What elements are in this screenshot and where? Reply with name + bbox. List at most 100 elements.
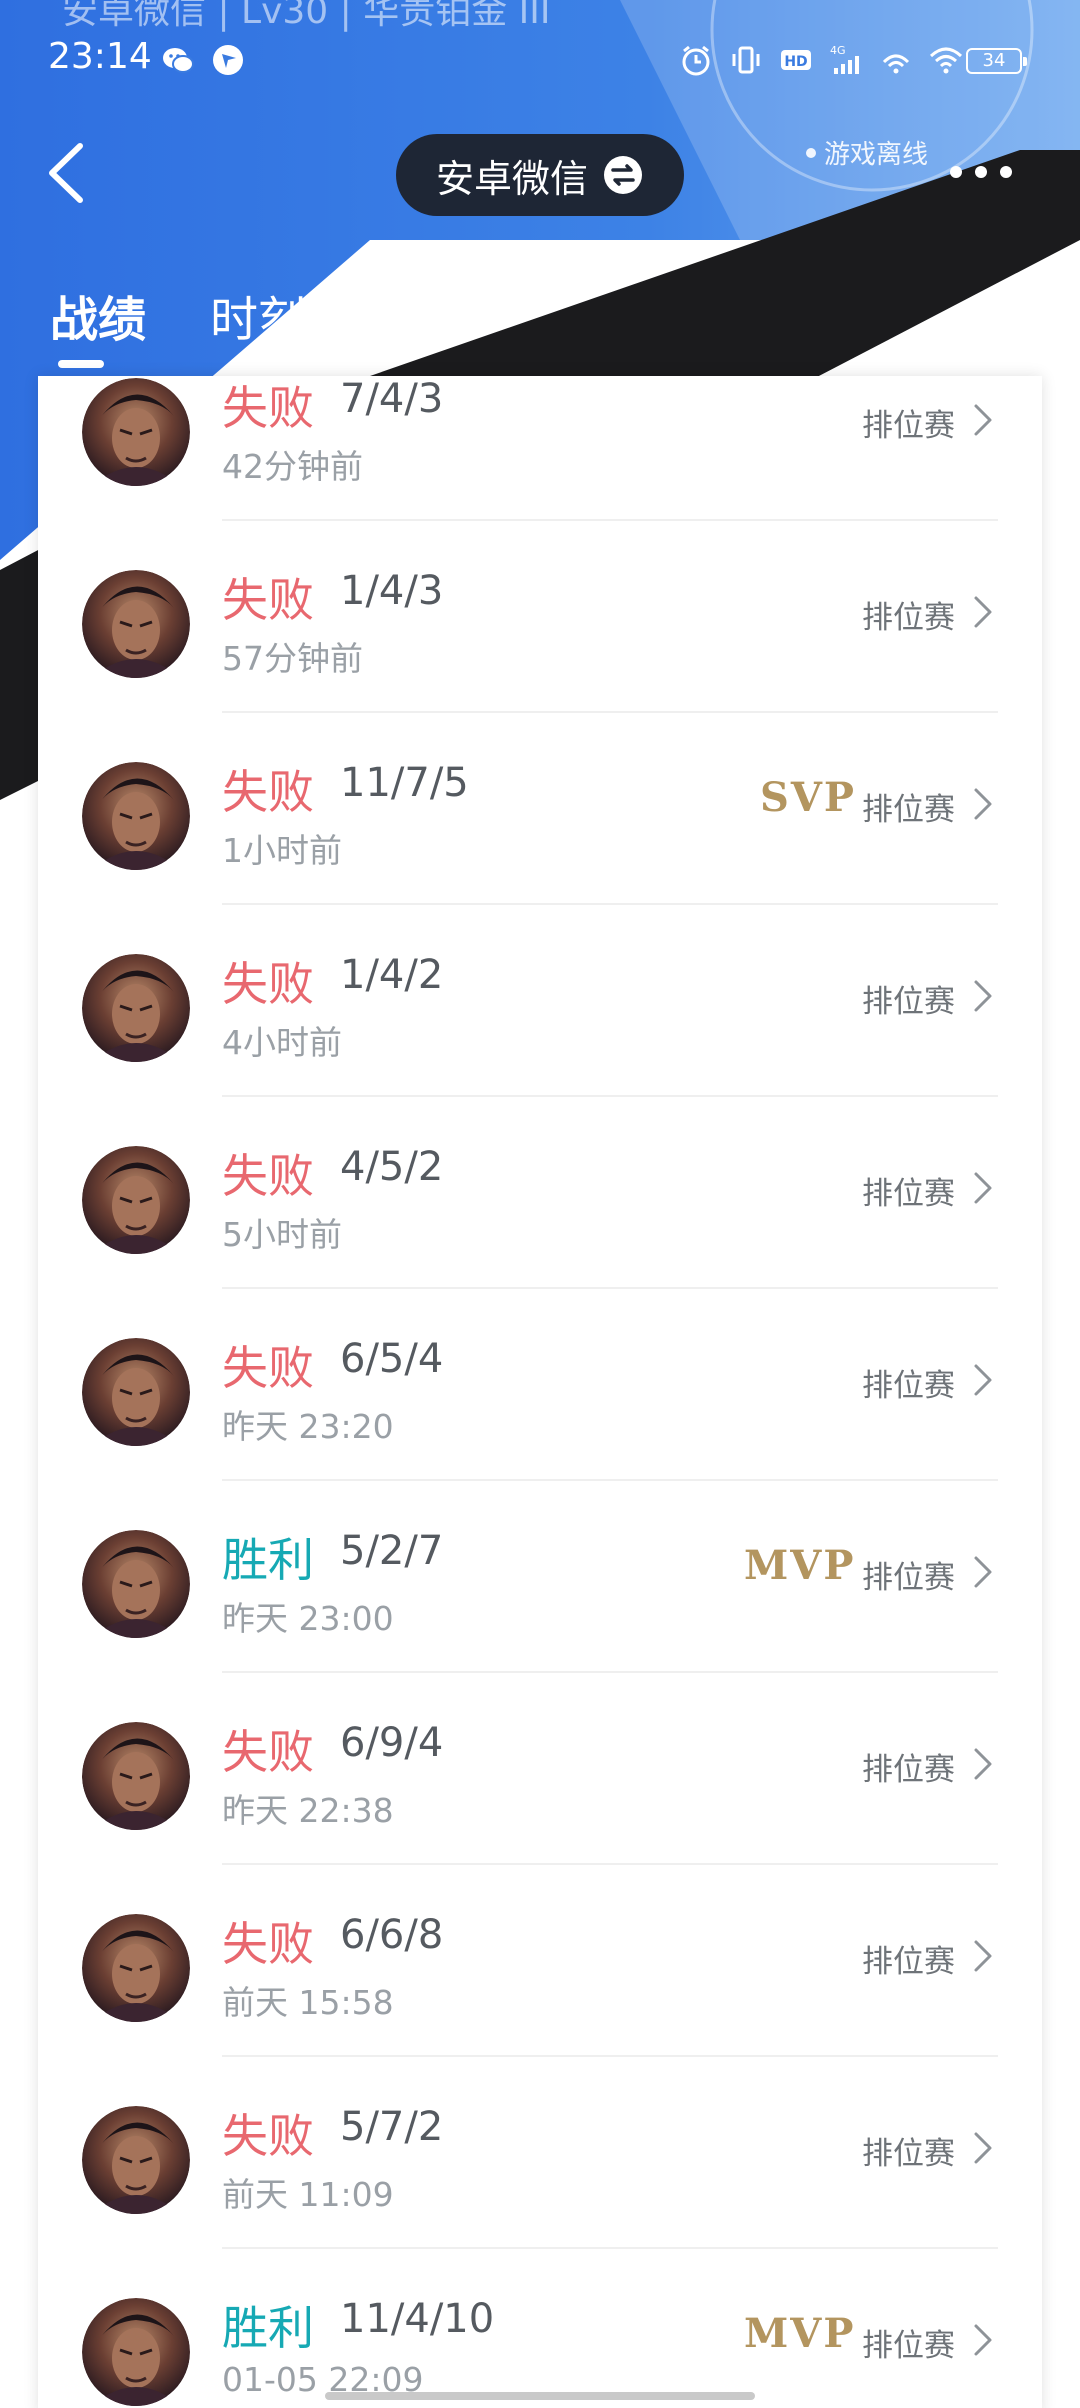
- chevron-right-icon: [972, 2130, 994, 2166]
- match-kda: 4/5/2: [340, 1144, 444, 1190]
- match-result: 胜利: [222, 1533, 314, 1587]
- switch-account-icon: [604, 156, 642, 194]
- match-history-page: 安卓微信 | Lv30 | 华贵铂金 III 23:14 HD 4G 34 安卓…: [0, 0, 1080, 2408]
- match-mode: 排位赛: [862, 1944, 955, 1980]
- match-result: 失败: [222, 765, 314, 819]
- status-dot: [806, 147, 816, 158]
- match-kda: 5/7/2: [340, 2104, 444, 2150]
- match-mode: 排位赛: [862, 1176, 955, 1212]
- match-time: 57分钟前: [222, 639, 363, 678]
- row-divider: [222, 519, 998, 521]
- hero-avatar: [82, 954, 190, 1062]
- hd-icon: HD: [781, 50, 811, 70]
- match-mode: 排位赛: [862, 1560, 955, 1596]
- match-time: 昨天 22:38: [222, 1791, 394, 1830]
- match-result: 失败: [222, 1341, 314, 1395]
- svg-text:4G: 4G: [830, 44, 846, 57]
- match-row[interactable]: 失败 6/9/4 昨天 22:38 排位赛: [38, 1720, 1042, 1914]
- match-result: 胜利: [222, 2301, 314, 2355]
- match-time: 昨天 23:00: [222, 1599, 394, 1638]
- signal-4g-icon: 4G: [830, 44, 859, 74]
- svg-text:HD: HD: [784, 54, 807, 70]
- match-kda: 6/6/8: [340, 1912, 444, 1958]
- match-time: 5小时前: [222, 1215, 342, 1254]
- match-mode: 排位赛: [862, 2136, 955, 2172]
- match-result: 失败: [222, 2109, 314, 2163]
- match-mode: 排位赛: [862, 600, 955, 636]
- hero-avatar: [82, 378, 190, 486]
- chevron-right-icon: [972, 402, 994, 438]
- match-time: 1小时前: [222, 831, 342, 870]
- match-kda: 6/5/4: [340, 1336, 444, 1382]
- match-result: 失败: [222, 1725, 314, 1779]
- match-row[interactable]: 失败 4/5/2 5小时前 排位赛: [38, 1144, 1042, 1338]
- row-divider: [222, 903, 998, 905]
- row-divider: [222, 2247, 998, 2249]
- match-kda: 1/4/2: [340, 952, 444, 998]
- home-indicator[interactable]: [325, 2392, 755, 2400]
- match-kda: 7/4/3: [340, 376, 444, 422]
- chevron-right-icon: [972, 978, 994, 1014]
- chevron-right-icon: [972, 1362, 994, 1398]
- match-mode: 排位赛: [862, 792, 955, 828]
- app-notification-icon: [213, 45, 243, 75]
- row-divider: [222, 711, 998, 713]
- hero-avatar: [82, 1146, 190, 1254]
- mvp-badge: MVP: [744, 1542, 856, 1589]
- account-name: 安卓微信: [435, 156, 588, 201]
- match-kda: 5/2/7: [340, 1528, 444, 1574]
- match-time: 昨天 23:20: [222, 1407, 394, 1446]
- match-kda: 6/9/4: [340, 1720, 444, 1766]
- row-divider: [222, 2055, 998, 2057]
- match-result: 失败: [222, 381, 314, 435]
- active-tab-indicator: [58, 360, 104, 368]
- more-options-button[interactable]: [946, 160, 1016, 184]
- row-divider: [222, 1287, 998, 1289]
- match-result: 失败: [222, 1149, 314, 1203]
- match-row[interactable]: 失败 6/5/4 昨天 23:20 排位赛: [38, 1336, 1042, 1530]
- hero-avatar: [82, 2106, 190, 2214]
- hero-avatar: [82, 570, 190, 678]
- row-divider: [222, 1671, 998, 1673]
- vibrate-icon: [732, 46, 760, 74]
- hero-avatar: [82, 1914, 190, 2022]
- wechat-notification-icon: [163, 48, 194, 73]
- match-time: 4小时前: [222, 1023, 342, 1062]
- chevron-right-icon: [972, 2322, 994, 2358]
- match-mode: 排位赛: [862, 408, 955, 444]
- match-result: 失败: [222, 957, 314, 1011]
- match-row[interactable]: 失败 5/7/2 前天 11:09 排位赛: [38, 2104, 1042, 2298]
- match-time: 前天 11:09: [222, 2175, 394, 2214]
- match-kda: 11/7/5: [340, 760, 469, 806]
- match-kda: 1/4/3: [340, 568, 444, 614]
- match-result: 失败: [222, 1917, 314, 1971]
- match-list: 失败 7/4/3 42分钟前 排位赛 失败 1/4/3 57分钟前 排位赛 失败…: [38, 376, 1042, 2408]
- chevron-right-icon: [972, 1746, 994, 1782]
- match-time: 42分钟前: [222, 447, 363, 486]
- match-row[interactable]: 失败 1/4/3 57分钟前 排位赛: [38, 568, 1042, 762]
- match-row[interactable]: 胜利 5/2/7 昨天 23:00 MVP 排位赛: [38, 1528, 1042, 1722]
- match-row[interactable]: 失败 11/7/5 1小时前 SVP 排位赛: [38, 760, 1042, 954]
- svp-badge: SVP: [760, 774, 856, 821]
- tab-moments[interactable]: 时刻: [210, 280, 306, 350]
- hero-avatar: [82, 1722, 190, 1830]
- header-subtitle: 安卓微信 | Lv30 | 华贵铂金 III: [62, 0, 551, 32]
- back-button[interactable]: [42, 138, 102, 208]
- chevron-right-icon: [972, 594, 994, 630]
- online-status-label: 游戏离线: [824, 140, 929, 170]
- match-row[interactable]: 失败 6/6/8 前天 15:58 排位赛: [38, 1912, 1042, 2106]
- hero-avatar: [82, 1530, 190, 1638]
- mvp-badge: MVP: [744, 2310, 856, 2357]
- match-kda: 11/4/10: [340, 2296, 495, 2342]
- match-row[interactable]: 失败 1/4/2 4小时前 排位赛: [38, 952, 1042, 1146]
- wifi-icon: [929, 47, 963, 74]
- match-mode: 排位赛: [862, 2328, 955, 2364]
- chevron-right-icon: [972, 1554, 994, 1590]
- match-row[interactable]: 失败 7/4/3 42分钟前 排位赛: [38, 376, 1042, 570]
- alarm-icon: [682, 45, 710, 76]
- tab-match-record[interactable]: 战绩: [50, 280, 146, 350]
- status-bar: 23:14 HD 4G 34: [0, 30, 1080, 90]
- account-switch-button[interactable]: 安卓微信: [396, 134, 684, 216]
- match-mode: 排位赛: [862, 1752, 955, 1788]
- chevron-right-icon: [972, 786, 994, 822]
